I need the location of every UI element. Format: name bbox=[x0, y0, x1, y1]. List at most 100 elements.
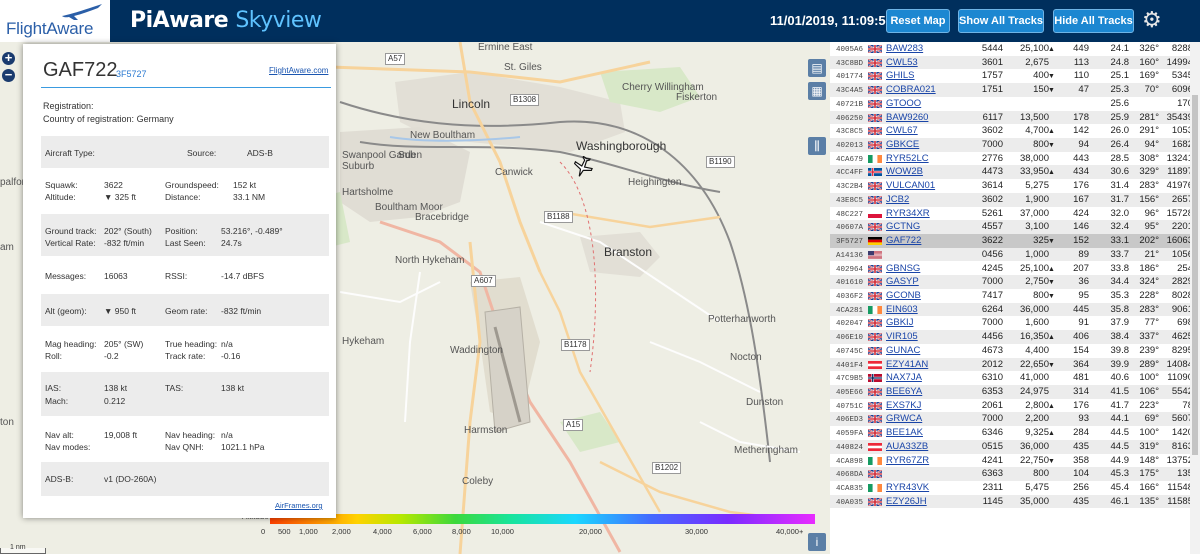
row-callsign[interactable]: GASYP bbox=[886, 276, 919, 288]
table-row[interactable]: 47C9B5 NAX7JA 6310 41,000 481 40.6 100° 11090 bbox=[830, 371, 1193, 385]
row-altitude: 25,100 bbox=[1019, 43, 1049, 54]
table-row[interactable]: 40607A GCTNG 4557 3,100 146 32.4 95° 2201 bbox=[830, 220, 1193, 235]
table-row[interactable]: 405E66 BEE6YA 6353 24,975 314 41.5 106° 5542 bbox=[830, 385, 1193, 399]
row-callsign[interactable]: RYR52LC bbox=[886, 153, 929, 165]
row-callsign[interactable]: GAF722 bbox=[886, 235, 921, 247]
table-row[interactable]: 401610 GASYP 7000 2,750 ▼ 36 34.4 324° 2829 bbox=[830, 275, 1193, 289]
table-row[interactable]: 4CC4FF WOW2B 4473 33,950 ▲ 434 30.6 329° 11897 bbox=[830, 165, 1193, 180]
zoom-out-button[interactable]: − bbox=[2, 67, 15, 82]
row-callsign[interactable]: CWL53 bbox=[886, 57, 918, 69]
table-row[interactable]: 4401F4 EZY41AN 2012 22,650 ▼ 364 39.9 289° 14084 bbox=[830, 357, 1193, 372]
row-callsign[interactable]: GUNAC bbox=[886, 345, 920, 357]
table-row[interactable]: 40A035 EZY26JH 1145 35,000 435 46.1 135° 11585 bbox=[830, 494, 1193, 509]
table-scroll-thumb[interactable] bbox=[1192, 95, 1198, 455]
table-row[interactable]: 406E10 VIR105 4456 16,350 ▲ 406 38.4 337° 4625 bbox=[830, 330, 1193, 344]
row-distance: 25.3 bbox=[1110, 84, 1130, 96]
row-callsign[interactable]: BEE6YA bbox=[886, 386, 922, 398]
map-layers-button[interactable]: ▤ bbox=[808, 59, 826, 77]
altitude-tick: 10,000 bbox=[491, 527, 514, 536]
table-row[interactable]: 402013 GBKCE 7000 800 ▼ 94 26.4 94° 1682 bbox=[830, 138, 1193, 152]
row-callsign[interactable]: EZY41AN bbox=[886, 359, 928, 371]
row-callsign[interactable]: GBKIJ bbox=[886, 317, 913, 329]
row-messages: 11090 bbox=[1167, 372, 1193, 384]
table-row[interactable]: 43C4A5 COBRA021 1751 150 ▼ 47 25.3 70° 6096 bbox=[830, 83, 1193, 97]
show-all-tracks-button[interactable]: Show All Tracks bbox=[958, 9, 1044, 33]
table-toggle-button[interactable]: ⫼ bbox=[808, 137, 826, 155]
map-layers-icon: ▤ bbox=[811, 61, 823, 75]
row-altitude-trend: ▲ bbox=[1048, 430, 1055, 438]
row-callsign[interactable]: EZY26JH bbox=[886, 496, 927, 508]
row-callsign[interactable]: VULCAN01 bbox=[886, 180, 935, 192]
row-squawk: 3602 bbox=[981, 125, 1003, 137]
table-row[interactable]: 406ED3 GRWCA 7000 2,200 93 44.1 69° 5607 bbox=[830, 412, 1193, 427]
row-callsign[interactable]: BAW9260 bbox=[886, 112, 928, 124]
table-row[interactable]: 40745C GUNAC 4673 4,400 154 39.8 239° 8295 bbox=[830, 344, 1193, 358]
row-callsign[interactable]: RYR67ZR bbox=[886, 455, 929, 467]
row-callsign[interactable]: GTOOO bbox=[886, 98, 921, 110]
aircraft-icon[interactable] bbox=[572, 156, 594, 178]
row-callsign[interactable]: BAW283 bbox=[886, 43, 923, 55]
row-callsign[interactable]: JCB2 bbox=[886, 194, 909, 206]
table-row[interactable]: 43C2B4 VULCAN01 3614 5,275 176 31.4 283° 41976 bbox=[830, 179, 1193, 193]
row-messages: 254 bbox=[1177, 262, 1193, 274]
row-callsign[interactable]: GCTNG bbox=[886, 221, 920, 233]
table-row[interactable]: 440824 AUA33ZB 0515 36,000 435 44.5 319° 8163 bbox=[830, 439, 1193, 454]
table-row[interactable]: 401774 GHILS 1757 400 ▼ 110 25.1 169° 5345 bbox=[830, 69, 1193, 83]
row-callsign[interactable]: AUA33ZB bbox=[886, 441, 928, 453]
table-row[interactable]: 43C8C5 CWL67 3602 4,700 ▲ 142 26.0 291° 1053 bbox=[830, 124, 1193, 138]
reset-map-button[interactable]: Reset Map bbox=[886, 9, 950, 33]
row-icao: 440824 bbox=[836, 443, 864, 452]
row-callsign[interactable]: RYR43VK bbox=[886, 482, 929, 494]
flightaware-link[interactable]: FlightAware.com bbox=[269, 66, 328, 75]
grid-button[interactable]: ▦ bbox=[808, 82, 826, 100]
row-track: 223° bbox=[1139, 399, 1159, 411]
row-speed: 176 bbox=[1073, 399, 1089, 411]
row-distance: 46.1 bbox=[1110, 495, 1130, 507]
row-callsign[interactable]: GHILS bbox=[886, 70, 915, 82]
row-icao: A14136 bbox=[836, 251, 864, 260]
row-callsign[interactable]: BEE1AK bbox=[886, 427, 923, 439]
row-callsign[interactable]: COBRA021 bbox=[886, 84, 936, 96]
table-row[interactable]: 40751C EXS7KJ 2061 2,800 ▲ 176 41.7 223° 78 bbox=[830, 399, 1193, 413]
row-callsign[interactable]: NAX7JA bbox=[886, 372, 922, 384]
flightaware-logo[interactable]: FlightAware bbox=[0, 0, 110, 42]
row-callsign[interactable]: RYR34XR bbox=[886, 208, 930, 220]
table-row[interactable]: 402047 GBKIJ 7000 1,600 91 37.9 77° 698 bbox=[830, 316, 1193, 330]
row-icao: 43E8C5 bbox=[836, 196, 864, 205]
table-row[interactable]: 4CA281 EIN603 6264 36,000 445 35.8 283° 9061 bbox=[830, 302, 1193, 317]
table-row[interactable]: 43C8BD CWL53 3601 2,675 113 24.8 160° 14994 bbox=[830, 55, 1193, 70]
zoom-in-button[interactable]: + bbox=[2, 51, 15, 65]
row-callsign[interactable]: EIN603 bbox=[886, 304, 918, 316]
row-callsign[interactable]: GRWCA bbox=[886, 413, 922, 425]
gear-icon[interactable]: ⚙ bbox=[1142, 9, 1162, 31]
table-row[interactable]: 3F5727 GAF722 3622 325 ▼ 152 33.1 202° 16063 bbox=[830, 234, 1193, 248]
table-row[interactable]: 4068DA 6363 800 104 45.3 175° 135 bbox=[830, 467, 1193, 481]
row-callsign[interactable]: WOW2B bbox=[886, 166, 923, 178]
table-row[interactable]: 43E8C5 JCB2 3602 1,900 167 31.7 156° 2657 bbox=[830, 192, 1193, 207]
groundspeed-label: Groundspeed: bbox=[165, 180, 219, 190]
table-row[interactable]: 402964 GBNSG 4245 25,100 ▲ 207 33.8 186° 254 bbox=[830, 262, 1193, 276]
table-row[interactable]: 4005A6 BAW283 5444 25,100 ▲ 449 24.1 326° 8288 bbox=[830, 42, 1193, 56]
row-callsign[interactable]: VIR105 bbox=[886, 331, 918, 343]
row-distance: 25.1 bbox=[1110, 70, 1130, 82]
minus-icon: − bbox=[4, 67, 13, 82]
table-row[interactable]: 4CA679 RYR52LC 2776 38,000 443 28.5 308° 13241 bbox=[830, 152, 1193, 166]
row-callsign[interactable]: GBNSG bbox=[886, 263, 920, 275]
table-row[interactable]: A14136 0456 1,000 89 33.7 21° 1056 bbox=[830, 247, 1193, 262]
table-row[interactable]: 4059FA BEE1AK 6346 9,325 ▲ 284 44.5 100° 1420 bbox=[830, 426, 1193, 440]
table-row[interactable]: 4036F2 GCONB 7417 800 ▼ 95 35.3 228° 8028 bbox=[830, 289, 1193, 303]
table-row[interactable]: 40721B GTOOO 25.6 170 bbox=[830, 97, 1193, 111]
row-callsign[interactable]: GBKCE bbox=[886, 139, 919, 151]
table-row[interactable]: 4CA835 RYR43VK 2311 5,475 256 45.4 166° 11548 bbox=[830, 481, 1193, 495]
table-row[interactable]: 4CA898 RYR67ZR 4241 22,750 ▼ 358 44.9 148° 13752 bbox=[830, 454, 1193, 468]
table-row[interactable]: 48C227 RYR34XR 5261 37,000 424 32.0 96° 15728 bbox=[830, 207, 1193, 221]
flag-uk-icon bbox=[867, 222, 883, 233]
row-callsign[interactable]: GCONB bbox=[886, 290, 921, 302]
row-callsign[interactable]: CWL67 bbox=[886, 125, 918, 137]
road-badge: A607 bbox=[471, 275, 496, 287]
airframes-link[interactable]: AirFrames.org bbox=[275, 501, 323, 510]
table-row[interactable]: 406250 BAW9260 6117 13,500 178 25.9 281° 35439 bbox=[830, 110, 1193, 125]
hide-all-tracks-button[interactable]: Hide All Tracks bbox=[1053, 9, 1134, 33]
row-callsign[interactable]: EXS7KJ bbox=[886, 400, 921, 412]
altitude-tick: 40,000+ bbox=[776, 527, 804, 536]
